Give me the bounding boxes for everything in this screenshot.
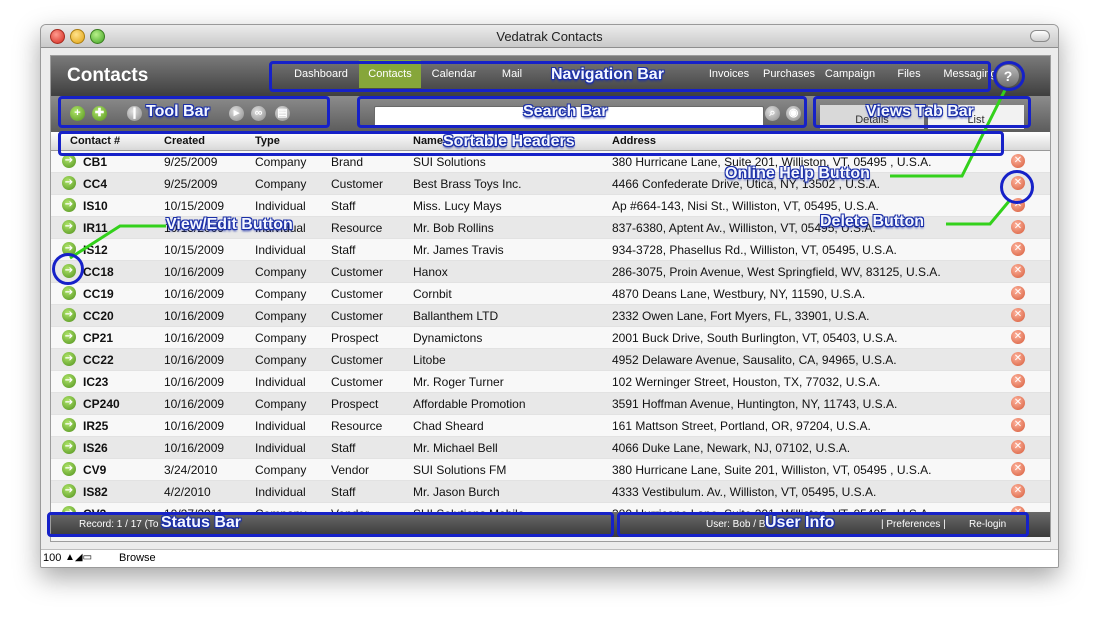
view-edit-button-highlight bbox=[52, 253, 84, 285]
callout-line-delete bbox=[946, 199, 1012, 226]
label-online-help-button: Online Help Button bbox=[725, 165, 870, 182]
label-views-tab-bar: Views Tab Bar bbox=[866, 103, 974, 120]
label-delete-button: Delete Button bbox=[820, 213, 924, 230]
label-tool-bar: Tool Bar bbox=[146, 103, 210, 120]
help-button-highlight bbox=[993, 61, 1025, 91]
label-view-edit-button: View/Edit Button bbox=[166, 216, 293, 233]
callout-line-view-edit bbox=[69, 224, 166, 260]
label-sortable-headers: Sortable Headers bbox=[443, 133, 575, 150]
status-bar-highlight bbox=[47, 512, 614, 537]
label-navigation-bar: Navigation Bar bbox=[551, 66, 664, 83]
delete-button-highlight bbox=[1000, 170, 1034, 204]
label-status-bar: Status Bar bbox=[161, 514, 242, 531]
label-user-info: User Info bbox=[765, 514, 835, 531]
label-search-bar: Search Bar bbox=[523, 103, 608, 120]
